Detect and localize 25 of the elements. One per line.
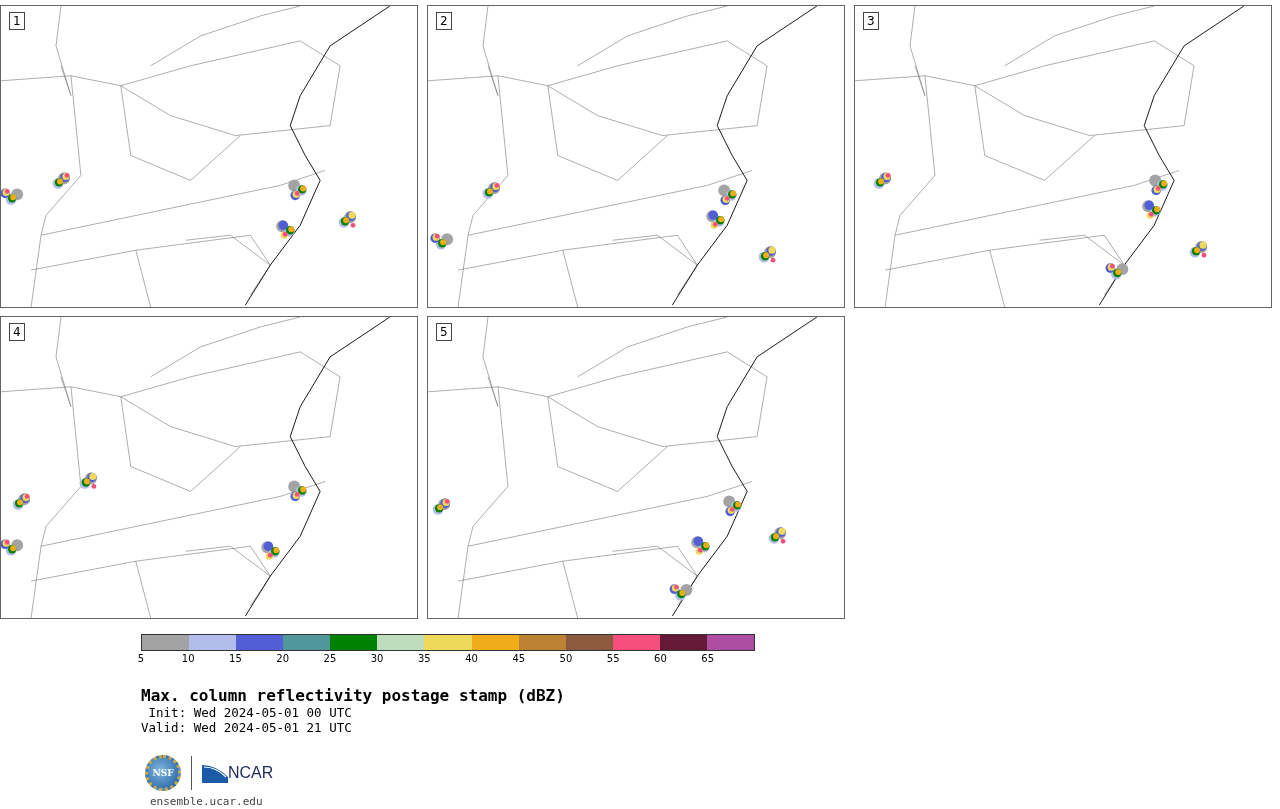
init-time: Init: Wed 2024-05-01 00 UTC: [147, 705, 353, 720]
panel-number: 3: [863, 12, 879, 30]
tick-label: 25: [322, 652, 338, 666]
valid-time: Valid: Wed 2024-05-01 21 UTC: [141, 720, 353, 735]
logo-text: NCAR: [228, 764, 274, 782]
tick-label: 55: [605, 652, 621, 666]
tick-label: 5: [136, 652, 146, 666]
swoosh-icon: [202, 763, 228, 783]
tick-label: 35: [416, 652, 432, 666]
chart-title: Max. column reflectivity postage stamp (dBZ): [141, 686, 566, 705]
tick-label: 30: [369, 652, 385, 666]
tick-label: 45: [511, 652, 527, 666]
tick-label: 40: [464, 652, 479, 666]
tick-label: 60: [653, 652, 668, 666]
panel-number: 2: [436, 12, 452, 30]
panel-number: 4: [9, 323, 25, 341]
tick-label: 50: [558, 652, 574, 666]
globe-logo: NSF: [145, 755, 181, 791]
tick-label: 65: [700, 652, 715, 666]
panel-number: 5: [436, 323, 452, 341]
panel-number: 1: [9, 12, 25, 30]
tick-label: 20: [275, 652, 291, 666]
tick-label: 10: [180, 652, 196, 666]
website-url: ensemble.ucar.edu: [150, 795, 264, 808]
tick-label: 15: [228, 652, 243, 666]
